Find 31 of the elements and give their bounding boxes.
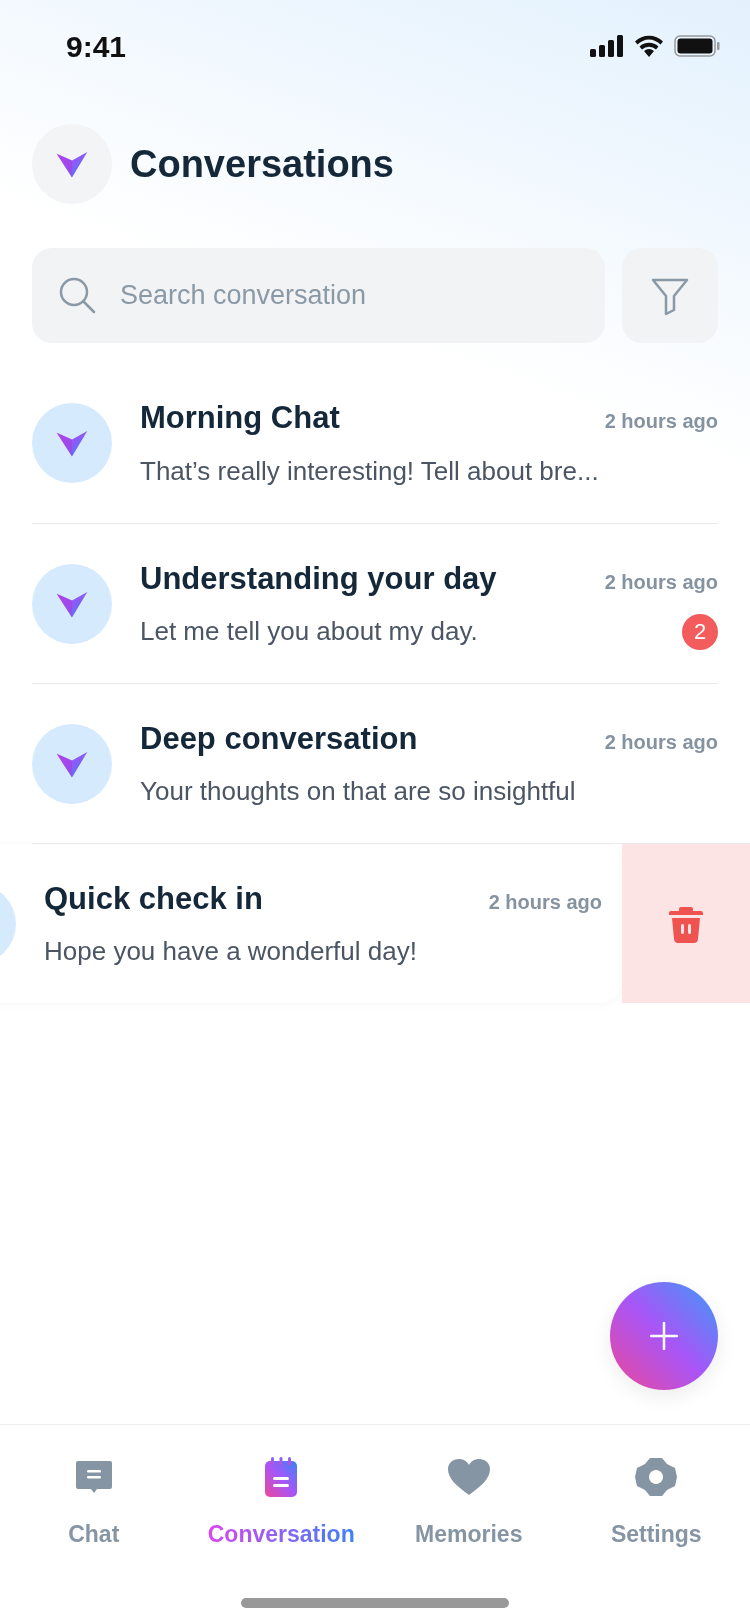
conversation-title: Deep conversation bbox=[140, 719, 418, 758]
conversation-row[interactable]: Morning Chat 2 hours ago That’s really interesting! Tell about bre... bbox=[32, 363, 718, 523]
delete-action[interactable] bbox=[622, 844, 750, 1003]
wifi-icon bbox=[634, 35, 664, 57]
timestamp: 2 hours ago bbox=[488, 889, 602, 915]
search-field[interactable]: Search conversation bbox=[32, 248, 605, 343]
battery-icon bbox=[674, 35, 720, 57]
conversation-title: Understanding your day bbox=[140, 559, 497, 598]
status-time: 9:41 bbox=[66, 28, 127, 65]
notepad-icon bbox=[263, 1456, 300, 1498]
settings-icon bbox=[634, 1456, 679, 1498]
trash-icon bbox=[669, 904, 703, 943]
timestamp: 2 hours ago bbox=[604, 569, 718, 595]
conversation-title: Morning Chat bbox=[140, 399, 340, 438]
unread-count: 2 bbox=[682, 613, 718, 650]
heart-icon bbox=[446, 1458, 491, 1496]
search-icon bbox=[58, 276, 96, 314]
page-title: Conversations bbox=[130, 141, 394, 187]
timestamp: 2 hours ago bbox=[604, 409, 718, 435]
message-preview: Your thoughts on that are so insightful bbox=[140, 775, 576, 809]
message-preview: That’s really interesting! Tell about bre... bbox=[140, 454, 599, 488]
plus-icon bbox=[650, 1322, 678, 1350]
filter-button[interactable] bbox=[622, 248, 718, 343]
timestamp: 2 hours ago bbox=[604, 729, 718, 755]
message-preview: Let me tell you about my day. bbox=[140, 615, 478, 649]
signal-icon bbox=[590, 35, 624, 57]
conversation-title: Quick check in bbox=[44, 879, 263, 918]
conversation-row[interactable]: Understanding your day 2 hours ago Let me tell you about my day. 2 bbox=[32, 523, 718, 683]
message-preview: Hope you have a wonderful day! bbox=[44, 935, 417, 969]
tab-bar-item[interactable]: Conversation bbox=[187, 1455, 375, 1552]
conversation-row[interactable]: Deep conversation 2 hours ago Your thoughts on that are so insightful bbox=[32, 683, 718, 843]
